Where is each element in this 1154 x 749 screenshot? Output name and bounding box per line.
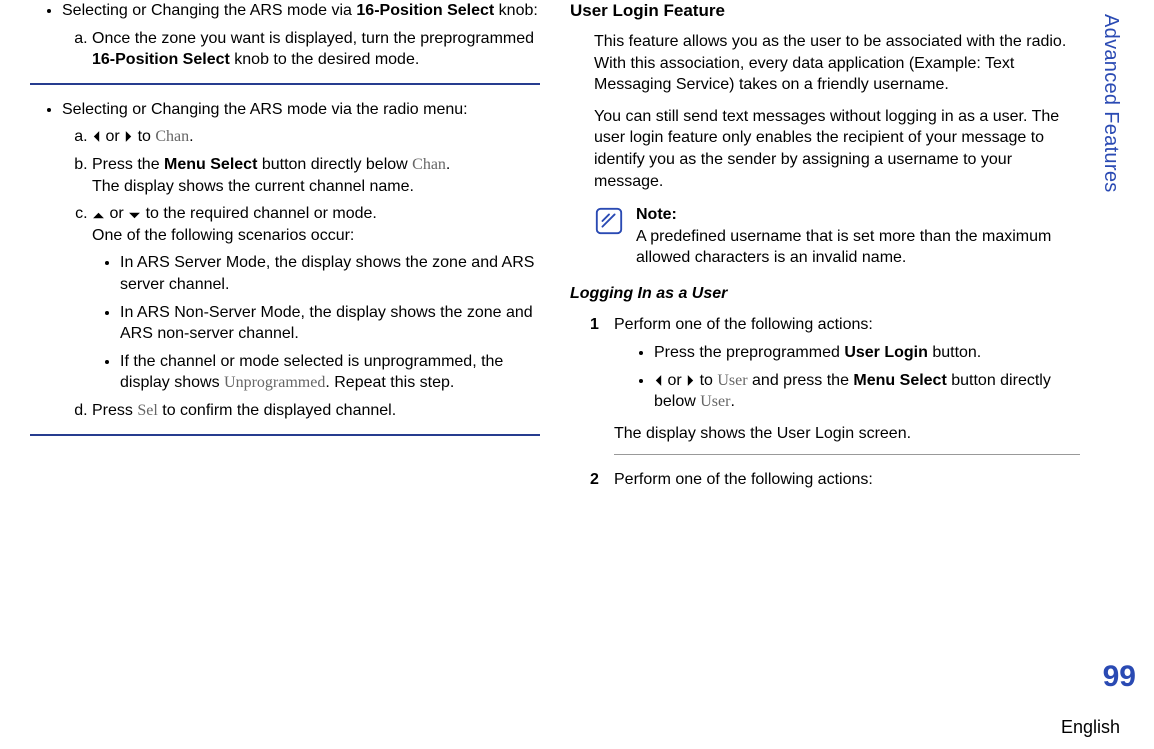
text: or — [105, 205, 128, 222]
scenario-unprogrammed: If the channel or mode selected is unpro… — [120, 351, 540, 394]
text: or — [101, 128, 124, 145]
step-divider — [614, 454, 1080, 455]
menu-step-d: Press Sel to confirm the displayed chann… — [92, 400, 540, 422]
menu-step-b: Press the Menu Select button directly be… — [92, 154, 540, 197]
text: button. — [928, 344, 981, 361]
note-text: A predefined username that is set more t… — [636, 228, 1051, 267]
text: Press the preprogrammed — [654, 344, 844, 361]
right-arrow-icon — [124, 130, 133, 143]
knob-step-a: Once the zone you want is displayed, tur… — [92, 28, 540, 71]
text: . — [446, 156, 450, 173]
note-block: Note: A predefined username that is set … — [570, 204, 1080, 269]
section-heading-user-login: User Login Feature — [570, 0, 1080, 23]
scenario-nonserver: In ARS Non-Server Mode, the display show… — [120, 302, 540, 345]
text-bold: User Login — [844, 344, 928, 361]
menu-step-c: or to the required channel or mode. One … — [92, 203, 540, 394]
text: or — [663, 372, 686, 389]
text: One of the following scenarios occur: — [92, 227, 354, 244]
menu-step-a: or to Chan. — [92, 126, 540, 148]
step-2: Perform one of the following actions: — [590, 469, 1080, 491]
menu-label-sel: Sel — [137, 402, 157, 419]
step-1: Perform one of the following actions: Pr… — [590, 314, 1080, 455]
menu-label-unprogrammed: Unprogrammed — [224, 374, 325, 391]
right-arrow-icon — [686, 374, 695, 387]
text: Selecting or Changing the ARS mode via — [62, 2, 356, 19]
text: . — [189, 128, 193, 145]
step1-result: The display shows the User Login screen. — [614, 423, 1080, 445]
scenario-server: In ARS Server Mode, the display shows th… — [120, 252, 540, 295]
text: to — [133, 128, 155, 145]
divider — [30, 83, 540, 85]
down-arrow-icon — [128, 211, 141, 220]
menu-label-user: User — [717, 372, 747, 389]
text: Perform one of the following actions: — [614, 471, 873, 488]
chapter-tab: Advanced Features — [1097, 14, 1124, 193]
text: to the required channel or mode. — [141, 205, 377, 222]
text: to — [695, 372, 717, 389]
text: knob to the desired mode. — [230, 51, 419, 68]
up-arrow-icon — [92, 211, 105, 220]
text: and press the — [748, 372, 854, 389]
note-label: Note: — [636, 206, 677, 223]
left-arrow-icon — [92, 130, 101, 143]
ars-menu-bullet: Selecting or Changing the ARS mode via t… — [62, 99, 540, 422]
text-bold: Menu Select — [164, 156, 257, 173]
text: The display shows the current channel na… — [92, 178, 414, 195]
text: knob: — [494, 2, 538, 19]
text-bold: 16-Position Select — [92, 51, 230, 68]
text: Press — [92, 402, 137, 419]
text-bold: Menu Select — [853, 372, 946, 389]
left-arrow-icon — [654, 374, 663, 387]
subsection-heading-login: Logging In as a User — [570, 283, 1080, 305]
text: Perform one of the following actions: — [614, 316, 873, 333]
menu-label-chan: Chan — [412, 156, 446, 173]
left-column: Selecting or Changing the ARS mode via 1… — [20, 0, 550, 505]
text-bold: 16-Position Select — [356, 2, 494, 19]
text: . — [730, 393, 734, 410]
text: to confirm the displayed channel. — [158, 402, 396, 419]
language-label: English — [1061, 715, 1120, 739]
text: Press the — [92, 156, 164, 173]
ars-knob-bullet: Selecting or Changing the ARS mode via 1… — [62, 0, 540, 71]
text: button directly below — [257, 156, 412, 173]
divider — [30, 434, 540, 436]
menu-label-chan: Chan — [155, 128, 189, 145]
text: Once the zone you want is displayed, tur… — [92, 30, 534, 47]
text: . Repeat this step. — [325, 374, 454, 391]
menu-label-user: User — [700, 393, 730, 410]
paragraph: You can still send text messages without… — [570, 106, 1080, 192]
paragraph: This feature allows you as the user to b… — [570, 31, 1080, 96]
step1-option-button: Press the preprogrammed User Login butto… — [654, 342, 1080, 364]
step1-option-menu: or to User and press the Menu Select but… — [654, 370, 1080, 413]
text: Selecting or Changing the ARS mode via t… — [62, 101, 468, 118]
note-icon — [594, 206, 624, 243]
right-column: User Login Feature This feature allows y… — [560, 0, 1090, 505]
page-number: 99 — [1103, 657, 1136, 698]
